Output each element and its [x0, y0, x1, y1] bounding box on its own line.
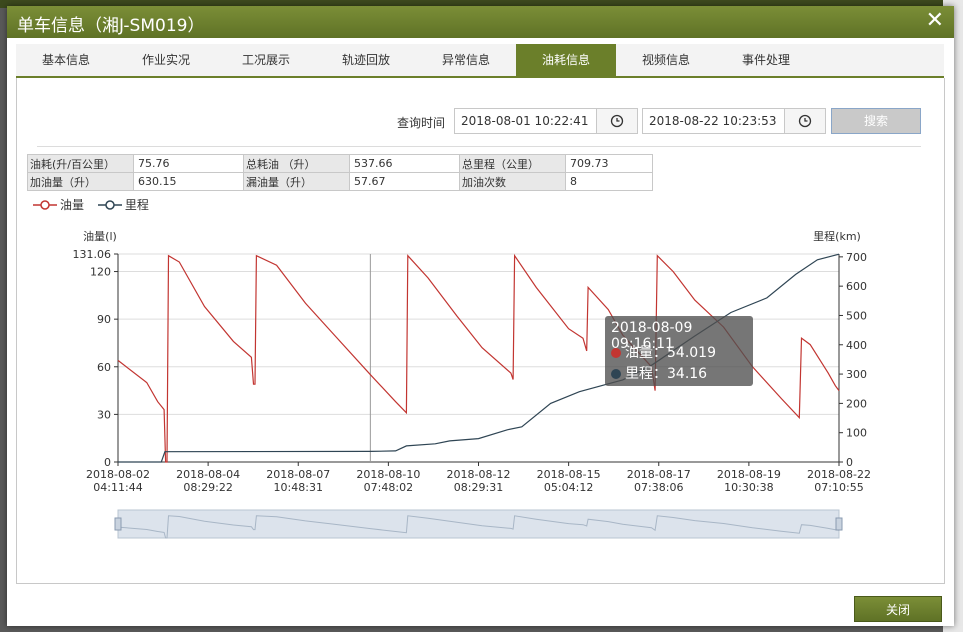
dialog-title: 单车信息（湘J-SM019） — [17, 16, 205, 36]
y-right-tick-label: 200 — [846, 397, 867, 410]
tab-video-info[interactable]: 视频信息 — [616, 44, 716, 76]
x-tick-time: 07:10:55 — [814, 481, 863, 494]
x-tick-date: 2018-08-07 — [266, 468, 330, 481]
fuel-info-panel: 查询时间 搜索 油耗(升/百公里） — [16, 78, 945, 584]
y-left-tick-label: 131.06 — [73, 248, 112, 261]
tab-work-status[interactable]: 作业实况 — [116, 44, 216, 76]
x-tick-date: 2018-08-12 — [447, 468, 511, 481]
tooltip-mileage-row: 里程：34.16 — [611, 363, 707, 383]
fuel-mileage-chart[interactable]: 油量(l) 里程(km)0306090120131.060100200300400… — [17, 78, 944, 583]
x-tick-date: 2018-08-10 — [356, 468, 420, 481]
tooltip-mileage-dot — [611, 369, 621, 379]
y-right-tick-label: 600 — [846, 280, 867, 293]
x-tick-time: 07:38:06 — [634, 481, 683, 494]
tab-event-handling[interactable]: 事件处理 — [716, 44, 816, 76]
y-right-tick-label: 300 — [846, 368, 867, 381]
tab-basic-info[interactable]: 基本信息 — [16, 44, 116, 76]
data-zoom-handle-left — [114, 517, 122, 531]
y-right-tick-label: 400 — [846, 339, 867, 352]
tab-condition-display[interactable]: 工况展示 — [216, 44, 316, 76]
y-left-tick-label: 90 — [97, 313, 111, 326]
x-tick-date: 2018-08-15 — [537, 468, 601, 481]
y-right-tick-label: 100 — [846, 427, 867, 440]
tooltip-fuel-dot — [611, 348, 621, 358]
tooltip-fuel-text: 油量：54.019 — [625, 345, 716, 361]
tab-abnormal-info[interactable]: 异常信息 — [416, 44, 516, 76]
x-tick-time: 07:48:02 — [364, 481, 413, 494]
y-left-axis-label: 油量(l) — [83, 229, 117, 243]
x-tick-date: 2018-08-19 — [717, 468, 781, 481]
tooltip-mileage-text: 里程：34.16 — [625, 366, 708, 382]
x-tick-date: 2018-08-17 — [627, 468, 691, 481]
tooltip-fuel-row: 油量：54.019 — [611, 342, 716, 362]
tab-track-playback[interactable]: 轨迹回放 — [316, 44, 416, 76]
y-left-tick-label: 60 — [97, 361, 111, 374]
vehicle-info-dialog: 单车信息（湘J-SM019） ✕ 基本信息 作业实况 工况展示 轨迹回放 异常信… — [7, 6, 954, 626]
x-tick-date: 2018-08-04 — [176, 468, 240, 481]
y-right-axis-label: 里程(km) — [813, 230, 861, 243]
x-tick-date: 2018-08-02 — [86, 468, 150, 481]
data-zoom-handle-right — [835, 517, 843, 531]
x-tick-time: 08:29:31 — [454, 481, 503, 494]
dialog-title-bar: 单车信息（湘J-SM019） ✕ — [7, 6, 954, 38]
close-icon[interactable]: ✕ — [926, 8, 944, 33]
y-right-tick-label: 700 — [846, 251, 867, 264]
x-tick-time: 08:29:22 — [183, 481, 232, 494]
tab-bar: 基本信息 作业实况 工况展示 轨迹回放 异常信息 油耗信息 视频信息 事件处理 — [16, 44, 944, 78]
x-tick-time: 10:30:38 — [724, 481, 773, 494]
x-tick-date: 2018-08-22 — [807, 468, 871, 481]
x-tick-time: 04:11:44 — [93, 481, 142, 494]
tab-fuel-info[interactable]: 油耗信息 — [516, 44, 616, 76]
y-left-tick-label: 30 — [97, 408, 111, 421]
y-left-tick-label: 120 — [90, 266, 111, 279]
x-tick-time: 05:04:12 — [544, 481, 593, 494]
close-button[interactable]: 关闭 — [854, 596, 942, 622]
x-tick-time: 10:48:31 — [274, 481, 323, 494]
chart-tooltip: 2018-08-09 09:16:11 油量：54.019 里程：34.16 — [605, 316, 753, 386]
y-right-tick-label: 500 — [846, 309, 867, 322]
